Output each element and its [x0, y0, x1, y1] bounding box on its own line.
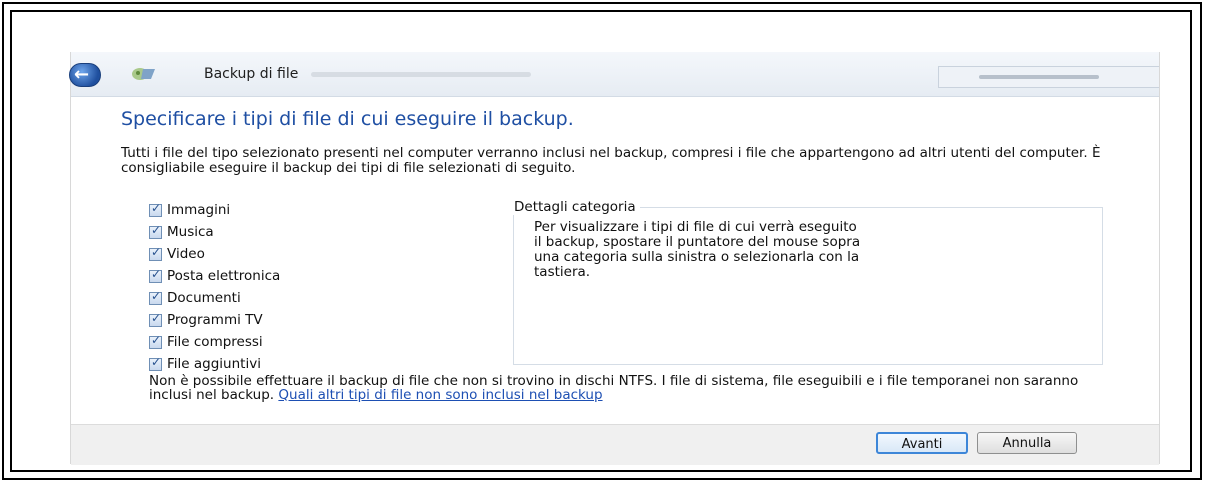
checkbox-immagini[interactable]: [149, 201, 162, 217]
cancel-button[interactable]: Annulla: [977, 432, 1077, 454]
next-button[interactable]: Avanti: [876, 432, 968, 454]
address-bar: ← Backup di file: [69, 52, 1159, 97]
checkbox-video[interactable]: [149, 245, 162, 261]
checkbox-musica[interactable]: [149, 223, 162, 239]
checkbox-label[interactable]: Musica: [167, 224, 214, 240]
checkbox-documenti[interactable]: [149, 289, 162, 305]
checkbox-programmi-tv[interactable]: [149, 311, 162, 327]
checkbox-label[interactable]: Immagini: [167, 202, 230, 218]
category-details-group: Dettagli categoria Per visualizzare i ti…: [513, 199, 1103, 365]
page-title: Specificare i tipi di file di cui esegui…: [121, 108, 574, 130]
search-input[interactable]: [938, 66, 1159, 88]
checkbox-label[interactable]: File compressi: [167, 334, 263, 350]
backup-wizard-window: ← Backup di file Specificare i tipi di f…: [69, 52, 1160, 465]
breadcrumb-path: [311, 72, 531, 77]
excluded-files-link[interactable]: Quali altri tipi di file non sono inclus…: [278, 387, 602, 403]
description-text: Tutti i file del tipo selezionato presen…: [121, 145, 1101, 176]
checkbox-label[interactable]: Posta elettronica: [167, 268, 280, 284]
checkbox-file-compressi[interactable]: [149, 333, 162, 349]
backup-app-icon: [132, 68, 155, 80]
checkbox-label[interactable]: Programmi TV: [167, 312, 263, 328]
checkbox-label[interactable]: File aggiuntivi: [167, 356, 261, 372]
ntfs-note: Non è possibile effettuare il backup di …: [149, 374, 1109, 402]
wizard-footer: Avanti Annulla: [71, 424, 1159, 465]
checkbox-label[interactable]: Documenti: [167, 290, 241, 306]
checkbox-file-aggiuntivi[interactable]: [149, 355, 162, 371]
details-text: Per visualizzare i tipi di file di cui v…: [534, 219, 861, 280]
checkbox-posta-elettronica[interactable]: [149, 267, 162, 283]
back-arrow-icon[interactable]: ←: [69, 63, 101, 87]
details-title: Dettagli categoria: [513, 199, 640, 215]
breadcrumb[interactable]: Backup di file: [204, 66, 298, 82]
checkbox-label[interactable]: Video: [167, 246, 205, 262]
